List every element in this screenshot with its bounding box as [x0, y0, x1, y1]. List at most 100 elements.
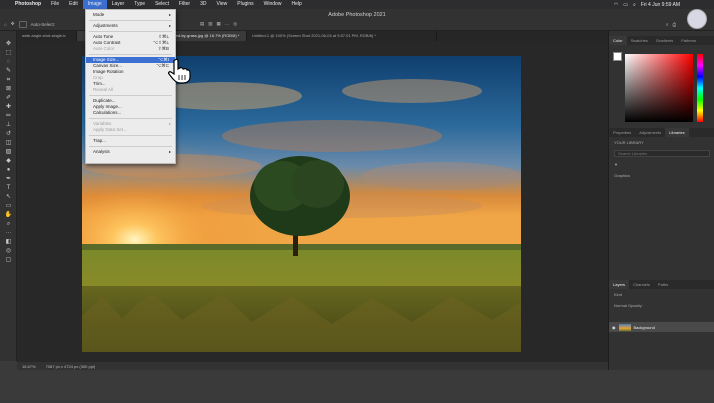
filter-icon[interactable]: ▼ [609, 159, 714, 170]
menu-item-label: Auto Contrast [93, 40, 121, 45]
menu-type[interactable]: Type [129, 0, 150, 9]
menu-photoshop[interactable]: Photoshop [10, 0, 46, 9]
tab-gradients[interactable]: Gradients [652, 36, 677, 45]
library-selector[interactable]: YOUR LIBRARY [609, 137, 714, 148]
tab-paths[interactable]: Paths [654, 280, 672, 289]
more-tools-icon[interactable]: ··· [0, 229, 17, 238]
3d-mode-icon[interactable]: ◎ [233, 21, 237, 27]
path-select-tool-icon[interactable]: ↖ [0, 193, 17, 202]
menu-image[interactable]: Image [82, 0, 107, 9]
overlay-control-icon[interactable] [687, 9, 707, 29]
visibility-eye-icon[interactable]: ◉ [612, 325, 616, 330]
opacity-label: Opacity: [628, 303, 643, 308]
menu-edit[interactable]: Edit [64, 0, 83, 9]
menu-item-shortcut: ⇧⌘B [157, 46, 169, 51]
tab-properties[interactable]: Properties [609, 128, 635, 137]
menu-item-calculations[interactable]: Calculations... [86, 110, 175, 116]
menu-item-label: Auto Tone [93, 34, 114, 39]
frame-tool-icon[interactable]: ⊠ [0, 85, 17, 94]
menu-item-analysis[interactable]: Analysis ▸ [86, 149, 175, 155]
layer-kind-select[interactable]: Kind [614, 292, 622, 297]
eyedropper-tool-icon[interactable]: ✐ [0, 94, 17, 103]
stamp-tool-icon[interactable]: ⊥ [0, 121, 17, 130]
tab-channels[interactable]: Channels [629, 280, 654, 289]
brush-tool-icon[interactable]: ✏ [0, 112, 17, 121]
tab-color[interactable]: Color [609, 36, 627, 45]
menu-item-trap[interactable]: Trap... [86, 138, 175, 144]
layer-row[interactable]: ◉ Background [609, 322, 714, 332]
auto-select-checkbox[interactable] [18, 20, 27, 28]
home-icon[interactable]: ⌂ [4, 22, 7, 27]
mac-menubar: Photoshop File Edit Image Layer Type Sel… [0, 0, 714, 9]
align-left-icon[interactable]: ▤ [200, 21, 204, 27]
type-tool-icon[interactable]: T [0, 184, 17, 193]
menu-item-auto-color[interactable]: Auto Color ⇧⌘B [86, 46, 175, 52]
shape-tool-icon[interactable]: ▭ [0, 202, 17, 211]
menu-window[interactable]: Window [259, 0, 287, 9]
healing-tool-icon[interactable]: ✚ [0, 103, 17, 112]
search-icon[interactable]: ⌕ [633, 2, 636, 8]
history-brush-tool-icon[interactable]: ↺ [0, 130, 17, 139]
blend-mode-select[interactable]: Normal [614, 303, 627, 308]
menu-item-adjustments[interactable]: Adjustments ▸ [86, 23, 175, 29]
submenu-arrow-icon: ▸ [168, 149, 171, 154]
menu-item-apply-data-set[interactable]: Apply Data Set... [86, 127, 175, 133]
graphics-section[interactable]: Graphics [609, 170, 714, 181]
eraser-tool-icon[interactable]: ◫ [0, 139, 17, 148]
submenu-arrow-icon: ▸ [168, 12, 171, 17]
lasso-tool-icon[interactable]: ◌ [0, 58, 17, 67]
blur-tool-icon[interactable]: ◆ [0, 157, 17, 166]
align-right-icon[interactable]: ▦ [217, 21, 221, 27]
menu-item-label: Crop [93, 75, 103, 80]
more-options-icon[interactable]: ··· [225, 22, 230, 27]
color-panel: Color Swatches Gradients Patterns [609, 36, 714, 126]
gradient-tool-icon[interactable]: ▨ [0, 148, 17, 157]
wifi-icon[interactable]: ◠ [614, 2, 618, 8]
menu-item-label: Calculations... [93, 110, 122, 115]
color-picker-field[interactable] [625, 54, 693, 122]
options-controls: ⌂ ✥ Auto-Select: [4, 20, 55, 28]
screen-mode-icon[interactable]: ▢ [0, 256, 17, 265]
tab-swatches[interactable]: Swatches [627, 36, 652, 45]
quick-mask-icon[interactable]: ◎ [0, 247, 17, 256]
menu-layer[interactable]: Layer [107, 0, 130, 9]
tab-document-1[interactable]: wide-angle-shot-single-tr [17, 31, 77, 41]
menu-view[interactable]: View [212, 0, 233, 9]
tab-layers[interactable]: Layers [609, 280, 630, 289]
layer-blend[interactable]: Normal Opacity: [609, 300, 714, 311]
share-icon[interactable]: ⎙ [673, 22, 677, 27]
align-center-icon[interactable]: ▥ [208, 21, 212, 27]
pen-tool-icon[interactable]: ✒ [0, 175, 17, 184]
menu-file[interactable]: File [46, 0, 64, 9]
zoom-tool-icon[interactable]: ⌕ [0, 220, 17, 229]
menu-item-reveal-all[interactable]: Reveal All [86, 87, 175, 93]
library-search-input[interactable]: Search Libraries [614, 150, 710, 157]
move-tool-icon[interactable]: ✥ [0, 40, 17, 49]
marquee-tool-icon[interactable]: ⬚ [0, 49, 17, 58]
tab-libraries[interactable]: Libraries [665, 128, 689, 137]
menu-help[interactable]: Help [286, 0, 306, 9]
tab-patterns[interactable]: Patterns [677, 36, 700, 45]
crop-tool-icon[interactable]: ⌗ [0, 76, 17, 85]
menu-plugins[interactable]: Plugins [232, 0, 258, 9]
color-swatches-icon[interactable]: ◧ [0, 238, 17, 247]
menu-item-mode[interactable]: Mode ▸ [86, 12, 175, 18]
tab-document-3[interactable]: Untitled-1 @ 100% (Screen Shot 2021-06-0… [247, 31, 437, 41]
layer-filter[interactable]: Kind [609, 289, 714, 300]
move-tool-icon[interactable]: ✥ [11, 21, 15, 27]
quick-select-tool-icon[interactable]: ✎ [0, 67, 17, 76]
hand-tool-icon[interactable]: ✋ [0, 211, 17, 220]
battery-icon[interactable]: ▭ [623, 2, 628, 8]
tab-adjustments[interactable]: Adjustments [635, 128, 665, 137]
menu-3d[interactable]: 3D [195, 0, 211, 9]
hue-slider[interactable] [697, 54, 703, 122]
search-icon[interactable]: ⌕ [666, 22, 669, 27]
dodge-tool-icon[interactable]: ● [0, 166, 17, 175]
clock-text[interactable]: Fri 4 Jun 9:59 AM [641, 2, 680, 8]
menu-select[interactable]: Select [150, 0, 174, 9]
foreground-color-swatch[interactable] [613, 52, 622, 61]
menu-filter[interactable]: Filter [174, 0, 195, 9]
zoom-level[interactable]: 16.67% [22, 364, 36, 369]
document-info[interactable]: 7087 px x 4724 px (300 ppi) [46, 364, 96, 369]
libraries-panel: Properties Adjustments Libraries YOUR LI… [609, 128, 714, 278]
